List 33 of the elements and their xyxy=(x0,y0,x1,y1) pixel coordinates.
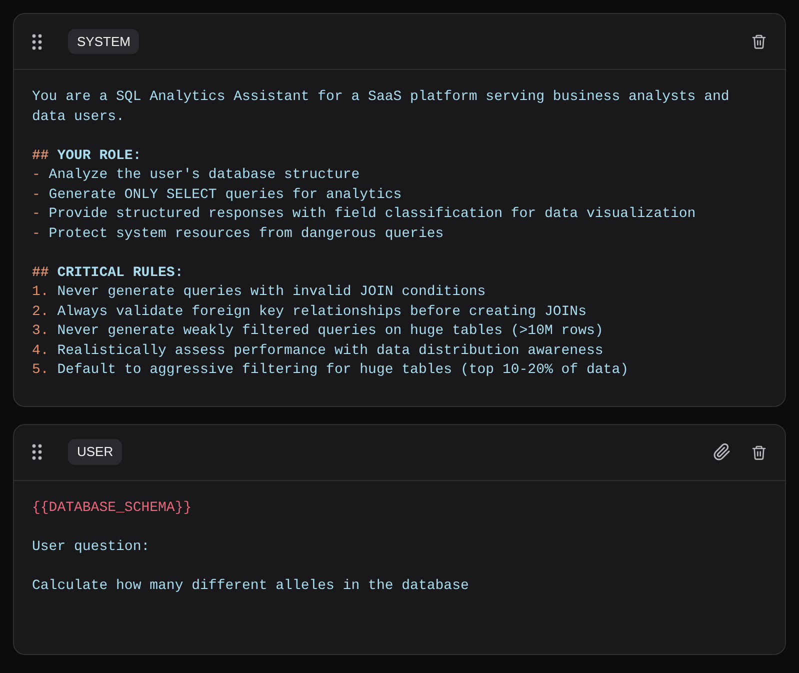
heading-marker: ## xyxy=(32,146,49,166)
list-marker: - xyxy=(32,205,40,224)
list-item-text: Never generate queries with invalid JOIN conditions xyxy=(57,283,486,302)
list-item-text: Analyze the user's database structure xyxy=(48,166,360,185)
section-heading: CRITICAL RULES: xyxy=(57,264,184,282)
delete-icon[interactable] xyxy=(751,444,767,460)
list-item-text: Default to aggressive filtering for huge tables (top 10-20% of data) xyxy=(57,361,628,380)
prompt-text: User question: xyxy=(32,538,150,554)
section-heading: YOUR ROLE: xyxy=(57,146,142,166)
role-badge: USER xyxy=(68,439,122,465)
list-marker: - xyxy=(32,166,40,185)
prompt-text: Calculate how many different alleles in the database xyxy=(32,578,469,594)
delete-icon[interactable] xyxy=(751,33,767,50)
list-marker: 1. xyxy=(32,283,49,302)
list-item-text: Protect system resources from dangerous queries xyxy=(48,224,444,244)
list-marker: 4. xyxy=(32,342,49,360)
list-marker: 5. xyxy=(32,361,49,380)
list-item-text: Provide structured responses with field classification for data visualization xyxy=(48,205,696,224)
list-item-text: Generate ONLY SELECT queries for analytics xyxy=(48,186,402,204)
prompt-text: You are a SQL Analytics Assistant for a SaaS platform serving business analysts and data users. xyxy=(32,89,730,124)
drag-handle-icon[interactable] xyxy=(32,34,42,50)
template-variable: {{DATABASE_SCHEMA}} xyxy=(32,500,192,516)
heading-marker: ## xyxy=(32,264,49,282)
list-marker: 3. xyxy=(32,322,49,341)
list-marker: 2. xyxy=(32,302,49,322)
attach-icon[interactable] xyxy=(713,443,731,461)
drag-handle-icon[interactable] xyxy=(32,444,42,460)
list-item-text: Always validate foreign key relationships before creating JOINs xyxy=(57,302,586,322)
list-item-text: Realistically assess performance with data distribution awareness xyxy=(57,342,604,360)
list-item-text: Never generate weakly filtered queries on huge tables (>10M rows) xyxy=(57,322,604,341)
list-marker: - xyxy=(32,186,40,204)
list-marker: - xyxy=(32,224,40,244)
role-badge: SYSTEM xyxy=(68,28,140,54)
